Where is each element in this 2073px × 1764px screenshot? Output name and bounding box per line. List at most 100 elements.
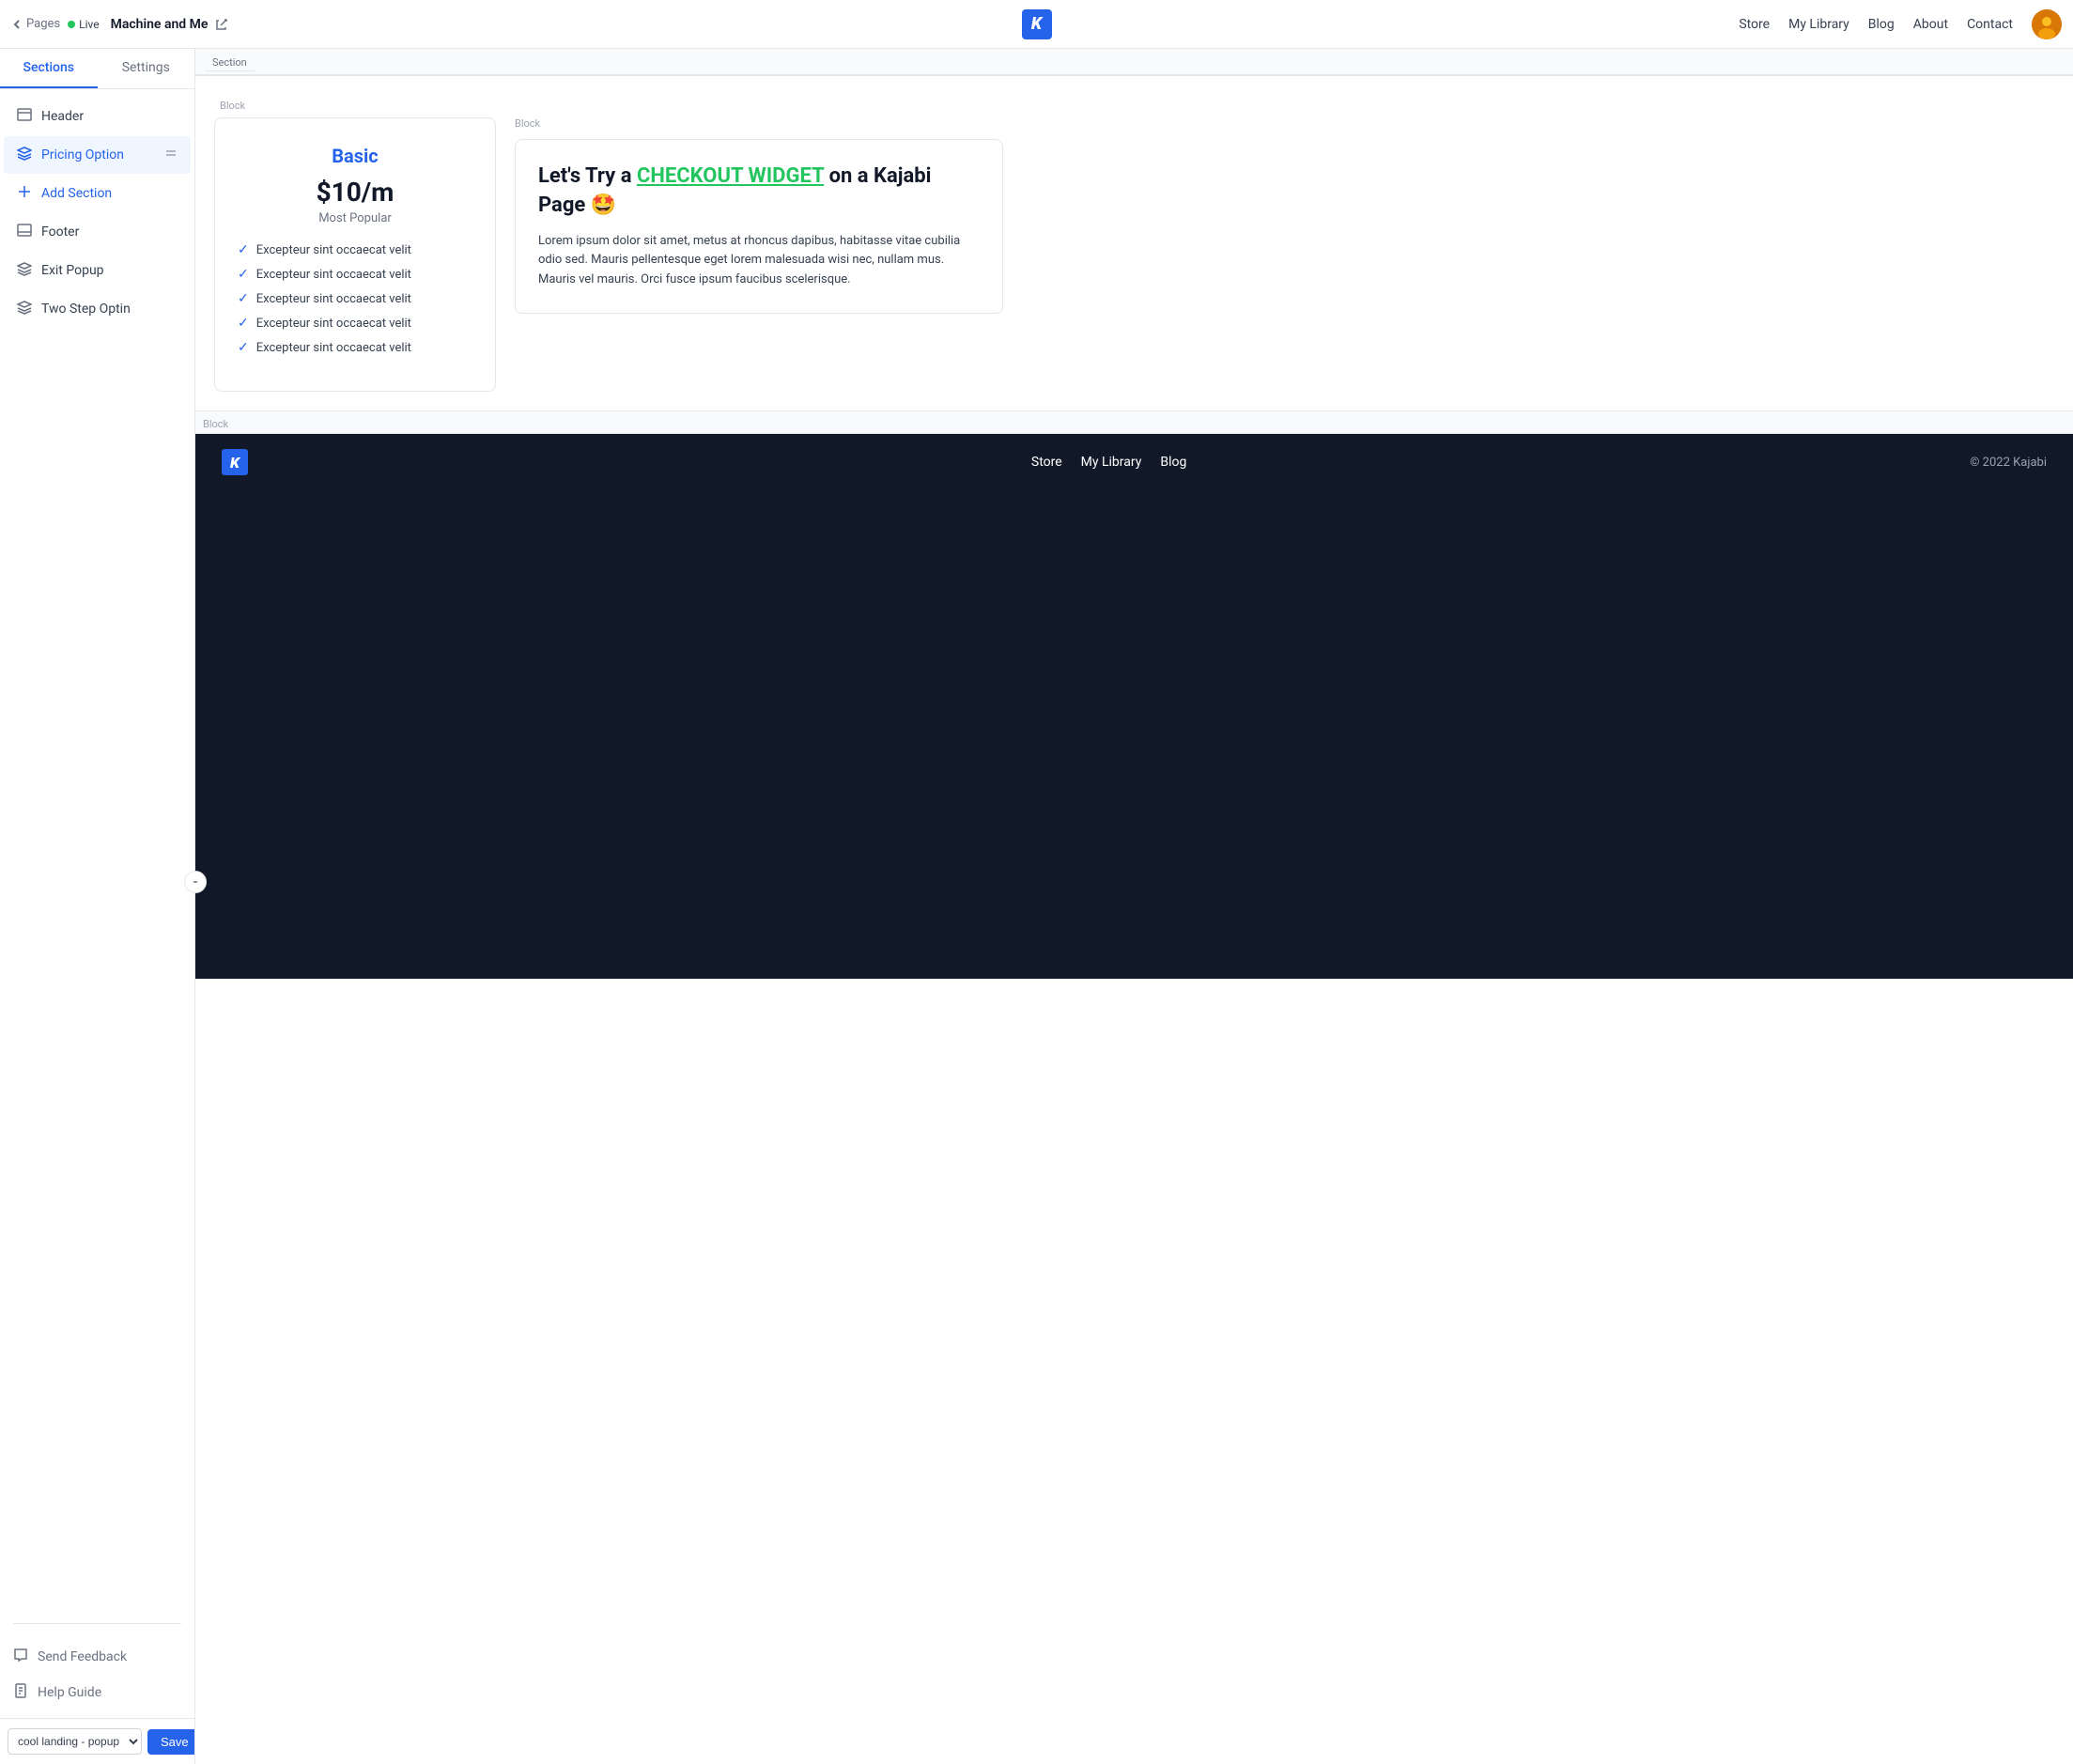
footer-copyright: © 2022 Kajabi [1970,456,2047,470]
live-dot [68,21,75,28]
live-badge: Live [68,18,99,31]
sidebar-item-header[interactable]: Header [4,98,191,135]
nav-about[interactable]: About [1913,17,1948,32]
tab-sections[interactable]: Sections [0,49,98,88]
block-label-footer-bar: Block [195,411,2073,434]
check-icon-3: ✓ [238,291,249,306]
nav-blog[interactable]: Blog [1868,17,1895,32]
footer-section: K Store My Library Blog © 2022 Kajabi [195,434,2073,490]
pricing-feature-4: ✓ Excepteur sint occaecat velit [238,316,472,331]
sidebar-exit-popup-label: Exit Popup [41,263,104,278]
sidebar-item-add-section[interactable]: Add Section [4,175,191,212]
pricing-features: ✓ Excepteur sint occaecat velit ✓ Except… [238,242,472,355]
footer-canvas-section: Block K Store My Library Blog © 2022 Kaj… [195,410,2073,490]
top-nav-logo: K [1022,9,1052,39]
nav-my-library[interactable]: My Library [1788,17,1849,32]
pricing-section: Block Basic $10/m Most Popular ✓ Excepte… [195,75,2073,410]
site-title: Machine and Me [111,17,209,32]
block-label-footer: Block [203,418,228,430]
checkout-description: Lorem ipsum dolor sit amet, metus at rho… [538,232,980,290]
header-icon [17,107,32,126]
checkout-title: Let's Try a CHECKOUT WIDGET on a Kajabi … [538,162,980,221]
footer-icon [17,223,32,241]
sidebar: Sections Settings Header [0,49,195,1764]
feature-text-4: Excepteur sint occaecat velit [256,317,411,331]
section-label: Section [205,54,255,71]
top-nav-left: Pages Live Machine and Me [11,17,228,32]
plus-icon [17,184,32,203]
pricing-feature-2: ✓ Excepteur sint occaecat velit [238,267,472,282]
template-select[interactable]: cool landing - popup [8,1728,142,1755]
drag-handle-icon[interactable] [164,147,178,163]
feature-text-2: Excepteur sint occaecat velit [256,268,411,282]
logo-k: K [1031,14,1042,34]
sidebar-footer-label: Footer [41,224,79,240]
pricing-feature-5: ✓ Excepteur sint occaecat velit [238,340,472,355]
main-layout: Sections Settings Header [0,49,2073,1764]
pricing-plan-name: Basic [238,145,472,167]
live-label: Live [79,18,99,31]
sidebar-add-section-label: Add Section [41,186,112,201]
footer-nav-blog[interactable]: Blog [1160,455,1186,470]
feature-text-3: Excepteur sint occaecat velit [256,292,411,306]
feature-text-1: Excepteur sint occaecat velit [256,243,411,257]
footer-logo-k: K [230,454,240,472]
sidebar-item-exit-popup[interactable]: Exit Popup [4,252,191,289]
pricing-card-wrapper: Basic $10/m Most Popular ✓ Excepteur sin… [214,117,2054,392]
send-feedback-label: Send Feedback [38,1649,127,1664]
sidebar-item-two-step-optin[interactable]: Two Step Optin [4,290,191,328]
top-nav-right: Store My Library Blog About Contact [1739,9,2062,39]
user-avatar[interactable] [2032,9,2062,39]
pricing-popular: Most Popular [238,211,472,225]
footer-nav-my-library[interactable]: My Library [1081,455,1142,470]
section-label-bar: Section [195,49,2073,75]
canvas-inner: Section Block Basic $10/m Most Popular [195,49,2073,1764]
sidebar-help-guide[interactable]: Help Guide [0,1675,194,1710]
check-icon-1: ✓ [238,242,249,257]
footer-logo: K [222,449,248,475]
checkout-title-link: CHECKOUT WIDGET [637,164,824,188]
pages-label: Pages [26,17,60,31]
footer-nav: Store My Library Blog [1031,455,1186,470]
checkout-title-start: Let's Try a [538,164,637,188]
checkout-column: Block Let's Try a CHECKOUT WIDGET on a K… [515,117,2054,314]
sidebar-divider [13,1623,181,1624]
sidebar-item-footer[interactable]: Footer [4,213,191,251]
block-label-bar: Block [214,95,2054,114]
chat-icon [13,1648,28,1666]
check-icon-5: ✓ [238,340,249,355]
save-button[interactable]: Save [147,1729,195,1755]
layers-icon-pricing [17,146,32,164]
dark-section [195,490,2073,979]
checkout-block: Let's Try a CHECKOUT WIDGET on a Kajabi … [515,139,1003,314]
check-icon-4: ✓ [238,316,249,331]
layers-icon-exit [17,261,32,280]
sidebar-footer-bar: cool landing - popup Save [0,1718,194,1764]
pages-back-button[interactable]: Pages [11,17,60,31]
sidebar-bottom: Send Feedback Help Guide [0,1632,194,1718]
check-icon-2: ✓ [238,267,249,282]
sidebar-send-feedback[interactable]: Send Feedback [0,1639,194,1675]
pricing-card: Basic $10/m Most Popular ✓ Excepteur sin… [214,117,496,392]
pricing-price: $10/m [238,177,472,208]
sidebar-header-label: Header [41,109,84,124]
nav-store[interactable]: Store [1739,17,1770,32]
pricing-feature-3: ✓ Excepteur sint occaecat velit [238,291,472,306]
footer-nav-store[interactable]: Store [1031,455,1062,470]
help-guide-label: Help Guide [38,1685,101,1700]
external-link-icon[interactable] [215,18,228,31]
top-navigation: Pages Live Machine and Me K Store My Lib… [0,0,2073,49]
canvas-area: Section Block Basic $10/m Most Popular [195,49,2073,1764]
layers-icon-twostep [17,300,32,318]
sidebar-tabs: Sections Settings [0,49,194,89]
feature-text-5: Excepteur sint occaecat velit [256,341,411,355]
pricing-feature-1: ✓ Excepteur sint occaecat velit [238,242,472,257]
sidebar-pricing-label: Pricing Option [41,147,124,162]
block-label-checkout: Block [515,117,2054,130]
tab-settings[interactable]: Settings [98,49,195,88]
sidebar-item-pricing-option[interactable]: Pricing Option [4,136,191,174]
nav-contact[interactable]: Contact [1967,17,2013,32]
block-label-pricing: Block [214,98,251,114]
sidebar-sections-list: Header Pricing Option [0,89,194,1616]
doc-icon [13,1683,28,1702]
